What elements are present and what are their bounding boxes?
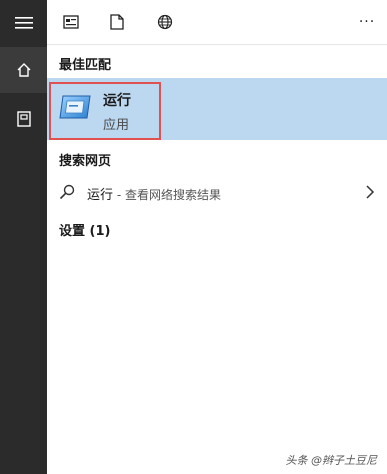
web-search-result[interactable]: 运行 - 查看网络搜索结果 xyxy=(47,174,387,210)
web-result-text: 运行 - 查看网络搜索结果 xyxy=(87,184,221,203)
menu-icon xyxy=(14,17,33,29)
web-result-query: 运行 xyxy=(87,188,114,203)
document-icon xyxy=(63,15,79,29)
best-match-type: 应用 xyxy=(103,118,130,133)
best-match-title: 运行 xyxy=(103,93,131,109)
more-icon: ··· xyxy=(358,14,376,30)
menu-button[interactable] xyxy=(0,0,47,46)
home-icon xyxy=(17,63,30,77)
run-app-icon xyxy=(59,95,91,119)
settings-heading[interactable]: 设置 (1) xyxy=(59,220,110,239)
filter-toolbar: ··· xyxy=(47,0,387,45)
watermark-text: 头条 @辫子土豆尼 xyxy=(285,454,378,467)
search-results-panel: ··· 最佳匹配 运行 应用 搜索网页 运行 - 查看网络搜索结果 设置 (1)… xyxy=(47,0,387,474)
best-match-heading: 最佳匹配 xyxy=(59,58,112,73)
search-icon xyxy=(59,184,75,200)
globe-icon xyxy=(157,14,173,30)
notebook-button[interactable] xyxy=(0,96,47,142)
home-button[interactable] xyxy=(0,47,47,93)
apps-filter-button[interactable] xyxy=(49,0,93,44)
left-rail xyxy=(0,0,47,474)
search-web-heading: 搜索网页 xyxy=(59,154,112,169)
notebook-icon xyxy=(16,111,31,127)
more-options-button[interactable]: ··· xyxy=(349,0,385,44)
best-match-result[interactable]: 运行 应用 xyxy=(47,78,387,140)
documents-filter-button[interactable] xyxy=(95,0,139,44)
web-result-hint: - 查看网络搜索结果 xyxy=(113,188,221,202)
web-filter-button[interactable] xyxy=(143,0,187,44)
file-icon xyxy=(110,14,124,30)
chevron-right-icon[interactable] xyxy=(365,184,375,200)
